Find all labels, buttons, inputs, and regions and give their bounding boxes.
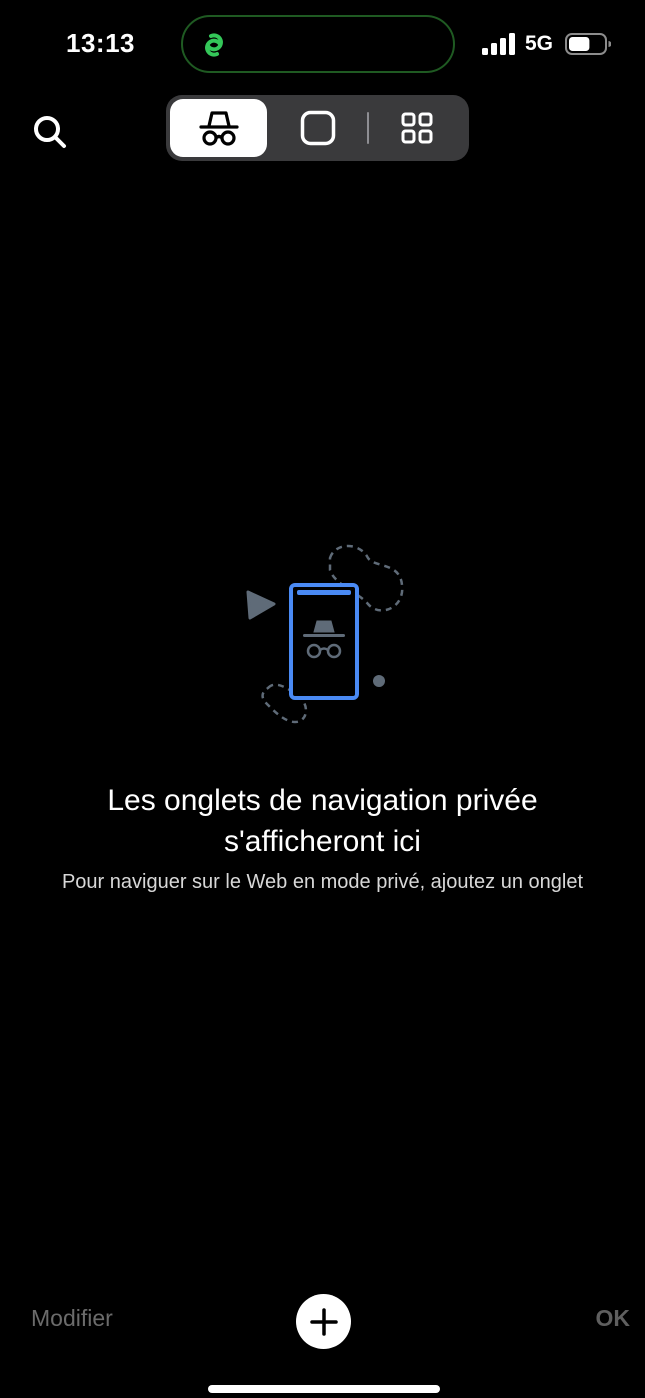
regular-tabs-segment[interactable] bbox=[271, 99, 365, 157]
modify-button[interactable]: Modifier bbox=[31, 1305, 113, 1332]
empty-state-title-line1: Les onglets de navigation privée bbox=[107, 784, 538, 817]
empty-state-title: Les onglets de navigation privée s'affic… bbox=[0, 780, 645, 862]
cellular-signal-icon bbox=[481, 33, 515, 55]
home-indicator[interactable] bbox=[208, 1385, 440, 1393]
plus-icon bbox=[309, 1307, 338, 1336]
tab-groups-segment[interactable] bbox=[369, 99, 465, 157]
network-type: 5G bbox=[524, 32, 553, 55]
search-icon bbox=[34, 116, 66, 148]
tab-mode-switcher bbox=[166, 95, 469, 161]
add-tab-button[interactable] bbox=[296, 1294, 351, 1349]
incognito-phone-illustration bbox=[246, 544, 404, 724]
single-tab-icon bbox=[300, 110, 336, 146]
ok-button[interactable]: OK bbox=[596, 1305, 631, 1332]
incognito-tabs-segment[interactable] bbox=[170, 99, 267, 157]
dynamic-island[interactable] bbox=[181, 15, 455, 73]
incognito-tab-switcher: 13:13 5G Les onglets de navigation privé… bbox=[0, 0, 645, 1398]
tab-grid-icon bbox=[401, 112, 433, 144]
battery-icon bbox=[565, 33, 611, 55]
chain-link-icon bbox=[205, 33, 223, 57]
empty-state-subtitle: Pour naviguer sur le Web en mode privé, … bbox=[61, 871, 584, 893]
incognito-icon bbox=[198, 111, 239, 146]
empty-state-title-line2: s'afficheront ici bbox=[224, 825, 421, 858]
search-button[interactable] bbox=[30, 112, 70, 152]
status-indicators: 5G bbox=[481, 30, 611, 58]
status-time: 13:13 bbox=[66, 28, 135, 58]
